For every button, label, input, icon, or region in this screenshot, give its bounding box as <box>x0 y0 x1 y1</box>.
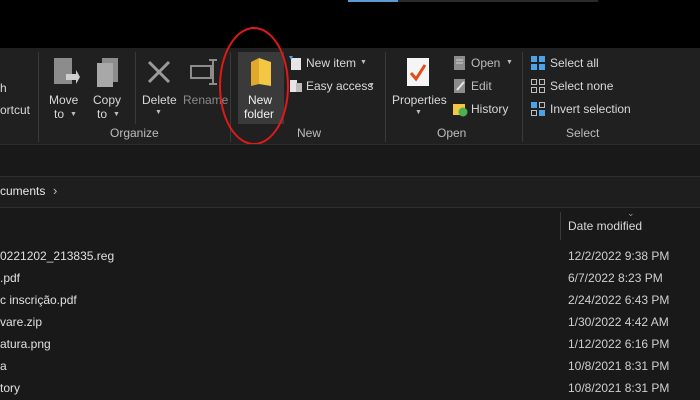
list-item[interactable]: atura.png 1/12/2022 6:16 PM <box>0 336 700 356</box>
new-item-icon <box>288 55 304 76</box>
ribbon: h ortcut Move to ▼ Copy to ▼ Delete ▼ Re… <box>0 48 700 144</box>
move-to-button[interactable]: Move to ▼ <box>44 52 84 124</box>
select-all-icon <box>530 55 546 76</box>
file-date: 6/7/2022 8:23 PM <box>568 271 663 285</box>
annotation-circle <box>219 27 289 145</box>
easy-access-icon <box>288 78 304 99</box>
properties-icon <box>405 56 431 93</box>
file-name: atura.png <box>0 337 51 351</box>
ribbon-footer-bar <box>0 144 700 171</box>
select-none-button[interactable]: Select none <box>530 78 620 96</box>
copy-to-label: Copy <box>93 93 122 107</box>
breadcrumb-documents[interactable]: cuments <box>0 184 45 198</box>
list-item[interactable]: vare.zip 1/30/2022 4:42 AM <box>0 314 700 334</box>
column-divider[interactable] <box>560 212 561 240</box>
open-label: Open <box>471 56 501 70</box>
partial-left-label-top: h <box>0 81 7 95</box>
file-date: 1/30/2022 4:42 AM <box>568 315 669 329</box>
select-all-label: Select all <box>550 56 599 70</box>
move-to-label: Move <box>49 93 79 107</box>
open-icon <box>452 55 468 76</box>
new-group-label: New <box>297 126 322 140</box>
move-to-label-2: to <box>54 107 65 121</box>
history-icon <box>452 101 468 122</box>
chevron-down-icon: ▼ <box>415 109 422 116</box>
properties-button[interactable]: Properties ▼ <box>390 52 448 124</box>
list-item[interactable]: a 10/8/2021 8:31 PM <box>0 358 700 378</box>
invert-selection-icon <box>530 101 546 122</box>
new-item-label: New item <box>306 56 357 70</box>
address-bar[interactable]: cuments › <box>0 176 700 208</box>
file-date: 12/2/2022 9:38 PM <box>568 249 670 263</box>
select-all-button[interactable]: Select all <box>530 55 610 73</box>
chevron-down-icon: ▼ <box>368 82 375 89</box>
file-name: .pdf <box>0 271 21 285</box>
easy-access-label: Easy access <box>306 79 374 93</box>
file-date: 10/8/2021 8:31 PM <box>568 381 670 395</box>
divider <box>135 52 136 124</box>
list-item[interactable]: c inscrição.pdf 2/24/2022 6:43 PM <box>0 292 700 312</box>
delete-icon <box>145 58 173 91</box>
divider <box>522 52 523 142</box>
edit-icon <box>452 78 468 99</box>
new-item-button[interactable]: New item ▼ <box>288 55 368 73</box>
select-none-label: Select none <box>550 79 614 93</box>
history-button[interactable]: History <box>452 101 516 119</box>
title-bar <box>0 0 700 48</box>
history-label: History <box>471 102 509 116</box>
rename-icon <box>189 58 219 91</box>
organize-group-label: Organize <box>110 126 159 140</box>
chevron-down-icon: ▼ <box>155 109 162 116</box>
open-button[interactable]: Open ▼ <box>452 55 516 73</box>
easy-access-button[interactable]: Easy access ▼ <box>288 78 376 96</box>
file-name: vare.zip <box>0 315 43 329</box>
file-date: 10/8/2021 8:31 PM <box>568 359 670 373</box>
file-name: a <box>0 359 7 373</box>
title-accent <box>348 0 398 2</box>
chevron-down-icon: ▼ <box>360 59 367 66</box>
column-header-date-modified[interactable]: Date modified <box>568 219 642 233</box>
copy-to-button[interactable]: Copy to ▼ <box>88 52 128 124</box>
chevron-down-icon: ▼ <box>113 111 120 118</box>
invert-selection-button[interactable]: Invert selection <box>530 101 640 119</box>
list-item[interactable]: tory 10/8/2021 8:31 PM <box>0 380 700 400</box>
select-group-label: Select <box>566 126 600 140</box>
edit-label: Edit <box>471 79 492 93</box>
sort-chevron-icon: ⌄ <box>627 208 635 218</box>
file-name: tory <box>0 381 21 395</box>
partial-left-label-bottom: ortcut <box>0 103 31 117</box>
delete-button[interactable]: Delete ▼ <box>140 52 178 124</box>
copy-to-label-2: to <box>97 107 108 121</box>
copy-to-icon <box>94 56 124 95</box>
chevron-down-icon: ▼ <box>506 59 513 66</box>
edit-button[interactable]: Edit <box>452 78 502 96</box>
list-item[interactable]: .pdf 6/7/2022 8:23 PM <box>0 270 700 290</box>
delete-label: Delete <box>142 93 177 107</box>
breadcrumb-chevron-icon[interactable]: › <box>53 183 57 198</box>
chevron-down-icon: ▼ <box>70 111 77 118</box>
title-accent-tail <box>398 0 598 2</box>
file-name: 0221202_213835.reg <box>0 249 115 263</box>
divider <box>38 52 39 142</box>
list-item[interactable]: 0221202_213835.reg 12/2/2022 9:38 PM <box>0 248 700 268</box>
invert-selection-label: Invert selection <box>550 102 631 116</box>
file-name: c inscrição.pdf <box>0 293 77 307</box>
file-date: 1/12/2022 6:16 PM <box>568 337 670 351</box>
select-none-icon <box>530 78 546 99</box>
divider <box>385 52 386 142</box>
move-to-icon <box>52 56 80 95</box>
file-date: 2/24/2022 6:43 PM <box>568 293 670 307</box>
properties-label: Properties <box>392 93 447 107</box>
open-group-label: Open <box>437 126 467 140</box>
